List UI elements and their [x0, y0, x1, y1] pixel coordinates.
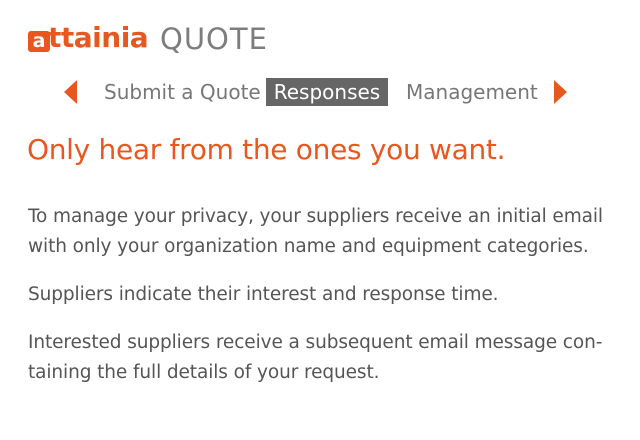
headline: Only hear from the ones you want.	[27, 133, 506, 166]
paragraph-line: taining the full details of your request…	[28, 362, 380, 383]
paragraph-line: Suppliers indicate their interest and re…	[28, 284, 499, 305]
paragraph-line: To manage your privacy, your suppliers r…	[28, 206, 603, 227]
logo-mark-icon: a	[28, 31, 50, 52]
tab-management[interactable]: Management	[406, 78, 538, 106]
logo-wordmark: ttainia	[48, 21, 149, 54]
previous-arrow-icon[interactable]	[64, 80, 77, 104]
paragraph-details: Interested suppliers receive a subsequen…	[28, 328, 608, 388]
product-name: QUOTE	[160, 22, 268, 56]
next-arrow-icon[interactable]	[554, 80, 567, 104]
paragraph-line: with only your organization name and equ…	[28, 236, 589, 257]
body-copy: To manage your privacy, your suppliers r…	[28, 202, 608, 406]
paragraph-line: Interested suppliers receive a subsequen…	[28, 332, 603, 353]
paragraph-interest: Suppliers indicate their interest and re…	[28, 280, 608, 310]
tab-submit-a-quote[interactable]: Submit a Quote	[104, 78, 261, 106]
tab-responses[interactable]: Responses	[266, 78, 388, 106]
tab-navigation: Submit a Quote Responses Management	[0, 76, 640, 108]
paragraph-privacy: To manage your privacy, your suppliers r…	[28, 202, 608, 262]
